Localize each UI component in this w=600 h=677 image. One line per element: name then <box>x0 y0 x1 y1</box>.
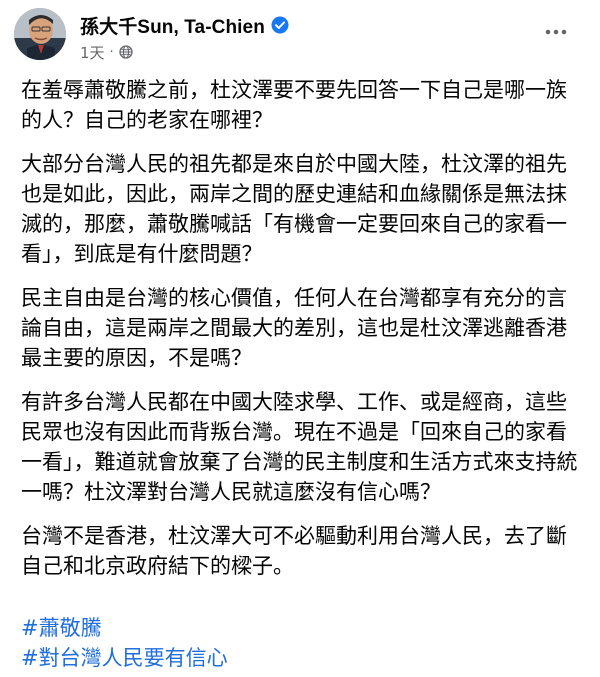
hashtag-link[interactable]: #蕭敬騰 <box>21 613 228 643</box>
post-paragraph: 台灣不是香港，杜汶澤大可不必驅動利用台灣人民，去了斷自己和北京政府結下的樑子。 <box>21 524 567 578</box>
author-name[interactable]: 孫大千Sun, Ta-Chien <box>80 12 265 39</box>
post-paragraph: 在羞辱蕭敬騰之前，杜汶澤要不要先回答一下自己是哪一族的人？自己的老家在哪裡？ <box>21 78 567 132</box>
separator-dot: · <box>109 44 114 60</box>
post-timestamp[interactable]: 1天 <box>80 42 105 63</box>
post-paragraph: 大部分台灣人民的祖先都是來自於中國大陸，杜汶澤的祖先也是如此，因此，兩岸之間的歷… <box>21 152 567 266</box>
verified-badge-icon <box>271 16 289 34</box>
post-sub-row: 1天 · <box>80 41 289 63</box>
post-header: 孫大千Sun, Ta-Chien 1天 · <box>14 8 289 68</box>
avatar-image <box>14 8 66 60</box>
hashtag-link[interactable]: #對台灣人民要有信心 <box>21 643 228 673</box>
post-paragraph: 有許多台灣人民都在中國大陸求學、工作、或是經商，這些民眾也沒有因此而背叛台灣。現… <box>21 390 578 504</box>
post-meta: 孫大千Sun, Ta-Chien 1天 · <box>80 8 289 63</box>
more-options-button[interactable] <box>538 14 574 50</box>
post-body: 在羞辱蕭敬騰之前，杜汶澤要不要先回答一下自己是哪一族的人？自己的老家在哪裡？ 大… <box>21 75 586 595</box>
hashtag-list: #蕭敬騰 #對台灣人民要有信心 <box>21 613 228 673</box>
author-row: 孫大千Sun, Ta-Chien <box>80 10 289 40</box>
more-options-icon <box>545 29 567 35</box>
post-paragraph: 民主自由是台灣的核心價值，任何人在台灣都享有充分的言論自由，這是兩岸之間最大的差… <box>21 286 567 370</box>
avatar[interactable] <box>14 8 66 60</box>
facebook-post: 孫大千Sun, Ta-Chien 1天 · 在羞辱蕭敬騰之前，杜汶澤要不要先回答… <box>0 0 600 677</box>
globe-icon[interactable] <box>119 45 133 59</box>
